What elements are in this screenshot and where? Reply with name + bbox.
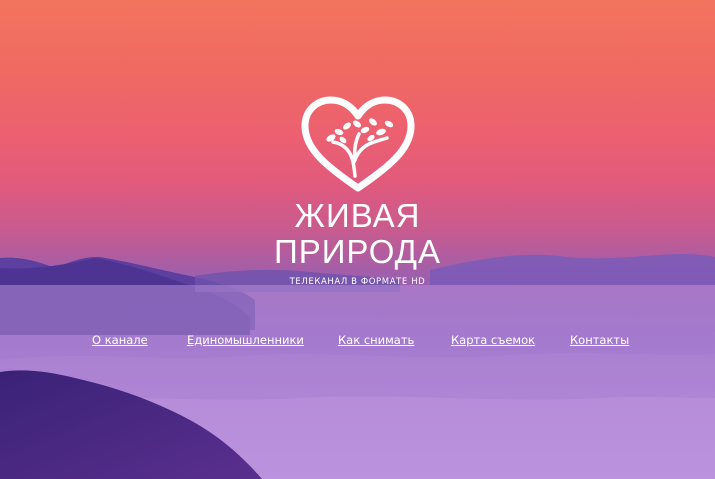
brand-block: ЖИВАЯ ПРИРОДА ТЕЛЕКАНАЛ В ФОРМАТЕ HD — [0, 96, 715, 287]
nav-link-like-minded[interactable]: Единомышленники — [187, 333, 304, 347]
site-subtitle: ТЕЛЕКАНАЛ В ФОРМАТЕ HD — [289, 277, 426, 287]
site-title-line-2: ПРИРОДА — [273, 233, 442, 270]
site-title: ЖИВАЯ ПРИРОДА — [274, 198, 441, 270]
main-nav: О канале Единомышленники Как снимать Кар… — [0, 333, 715, 349]
nav-link-how-to-shoot[interactable]: Как снимать — [338, 333, 414, 347]
nav-link-about[interactable]: О канале — [92, 333, 148, 347]
nav-link-contacts[interactable]: Контакты — [570, 333, 629, 347]
site-title-line-1: ЖИВАЯ — [294, 197, 421, 234]
heart-tree-icon — [301, 96, 414, 192]
nav-link-shooting-map[interactable]: Карта съемок — [451, 333, 535, 347]
